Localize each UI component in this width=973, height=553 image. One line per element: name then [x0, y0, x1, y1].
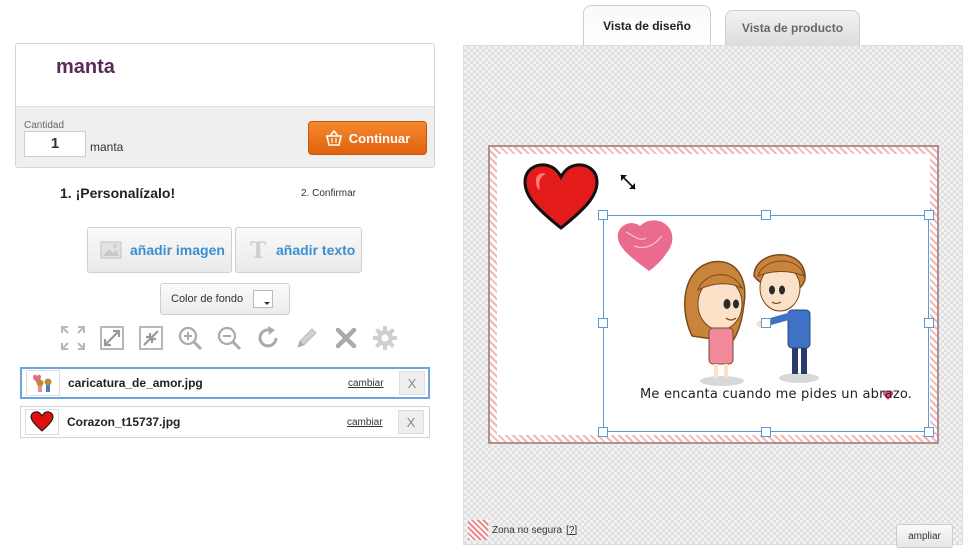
red-heart-image[interactable] [522, 162, 600, 232]
svg-text:T: T [250, 239, 267, 261]
background-color-button[interactable]: Color de fondo [160, 283, 290, 315]
layer-row[interactable]: caricatura_de_amor.jpg cambiar X [20, 367, 430, 399]
tab-product-view[interactable]: Vista de producto [725, 10, 860, 45]
heart-thumbnail [25, 409, 59, 435]
change-layer-link[interactable]: cambiar [347, 417, 392, 428]
product-title: manta [56, 56, 115, 78]
resize-handle[interactable] [598, 210, 608, 220]
resize-handle[interactable] [924, 427, 934, 437]
unsafe-zone-legend: Zona no segura [?] [468, 520, 577, 540]
caricature-thumbnail [26, 370, 60, 396]
layer-name: Corazon_t15737.jpg [67, 415, 181, 429]
add-image-label: añadir imagen [130, 242, 225, 258]
resize-handle[interactable] [598, 318, 608, 328]
shrink-icon[interactable] [137, 324, 165, 352]
expand-icon[interactable] [98, 324, 126, 352]
rotate-icon[interactable] [254, 324, 282, 352]
pencil-icon[interactable] [293, 324, 321, 352]
layer-name: caricatura_de_amor.jpg [68, 376, 203, 390]
resize-handle[interactable] [924, 210, 934, 220]
center-handle[interactable] [761, 318, 771, 328]
order-bar: Cantidad 1 manta Continuar [16, 106, 434, 167]
change-layer-link[interactable]: cambiar [348, 378, 393, 389]
remove-layer-button[interactable]: X [399, 371, 425, 395]
add-text-button[interactable]: T añadir texto [235, 227, 362, 273]
selection-box[interactable] [598, 210, 934, 437]
zoom-out-icon[interactable] [215, 324, 243, 352]
background-color-label: Color de fondo [171, 293, 244, 305]
resize-handle[interactable] [761, 210, 771, 220]
unsafe-zone-label: Zona no segura [492, 524, 563, 536]
color-swatch[interactable] [253, 290, 274, 308]
add-text-label: añadir texto [276, 242, 356, 258]
text-icon: T [250, 239, 267, 261]
resize-handle[interactable] [598, 427, 608, 437]
move-cursor-icon [620, 174, 636, 190]
delete-icon[interactable] [332, 324, 360, 352]
step-confirm[interactable]: 2. Confirmar [301, 188, 356, 199]
product-panel: manta Cantidad 1 manta Continuar [15, 43, 435, 168]
fit-icon[interactable] [59, 324, 87, 352]
quantity-unit: manta [90, 140, 124, 154]
zoom-in-icon[interactable] [176, 324, 204, 352]
zoom-button[interactable]: ampliar [896, 524, 953, 548]
image-icon [100, 241, 122, 259]
unsafe-zone-help-link[interactable]: [?] [566, 525, 577, 536]
tab-design-view[interactable]: Vista de diseño [583, 5, 711, 45]
unsafe-zone-swatch [468, 520, 488, 540]
quantity-label: Cantidad [24, 120, 65, 131]
quantity-input[interactable]: 1 [24, 131, 86, 157]
basket-icon [325, 129, 342, 146]
resize-handle[interactable] [924, 318, 934, 328]
layer-row[interactable]: Corazon_t15737.jpg cambiar X [20, 406, 430, 438]
continue-button[interactable]: Continuar [308, 121, 427, 155]
add-image-button[interactable]: añadir imagen [87, 227, 232, 273]
settings-gear-icon[interactable] [371, 324, 399, 352]
resize-handle[interactable] [761, 427, 771, 437]
remove-layer-button[interactable]: X [398, 410, 424, 434]
step-personalize: 1. ¡Personalízalo! [60, 185, 176, 201]
continue-label: Continuar [348, 130, 411, 146]
